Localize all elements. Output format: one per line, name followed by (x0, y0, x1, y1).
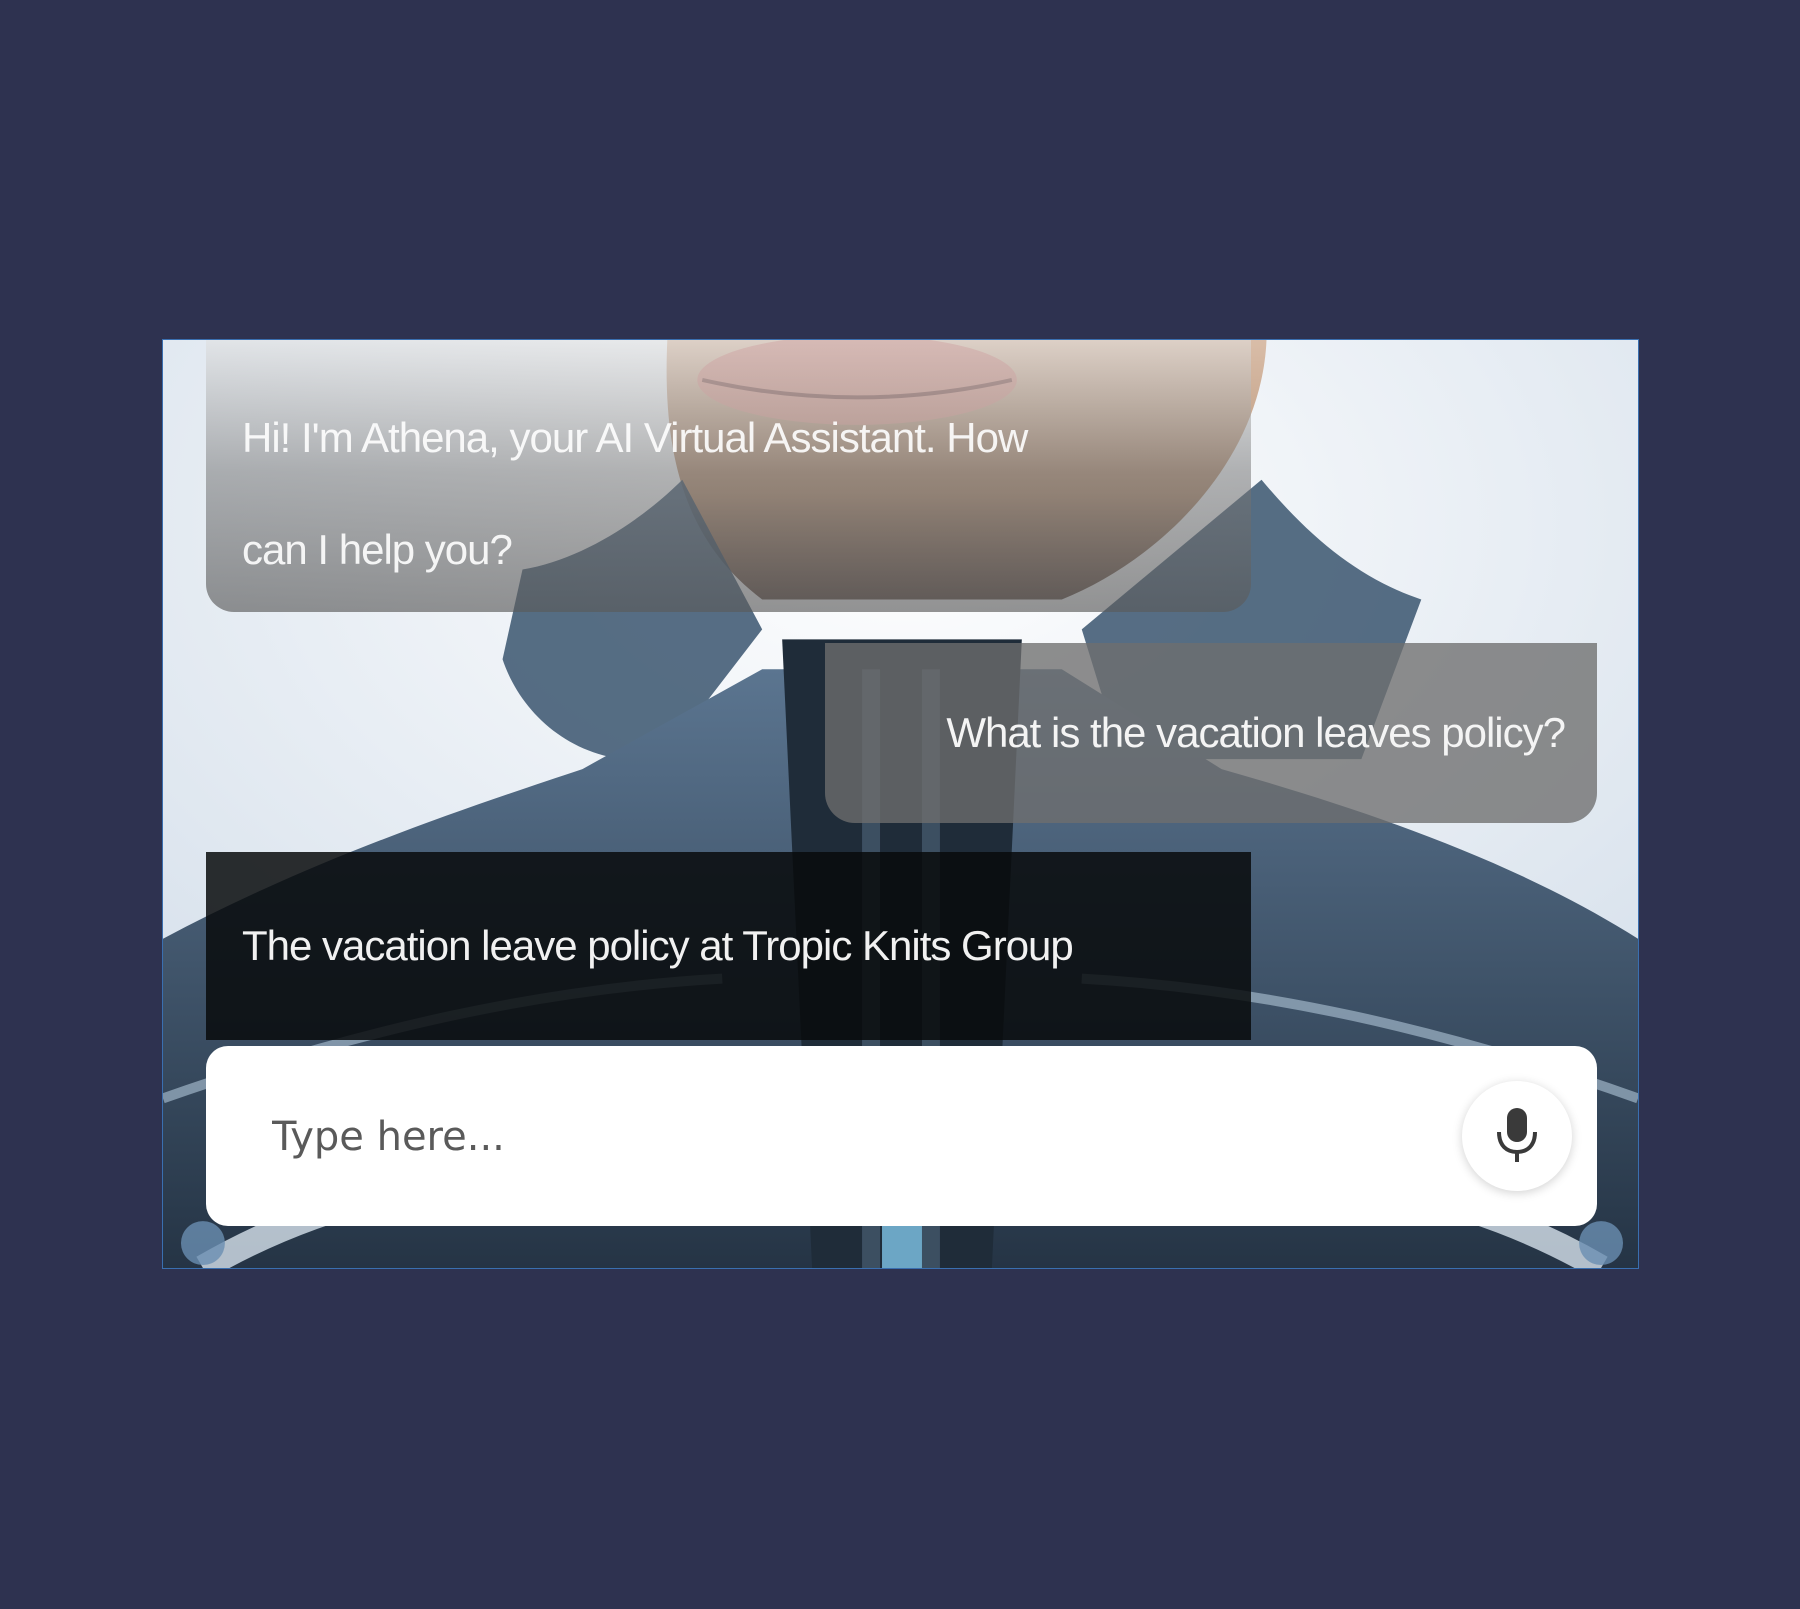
message-text-line-2: can I help you? (242, 526, 513, 573)
message-text: The vacation leave policy at Tropic Knit… (242, 922, 1074, 969)
message-text: What is the vacation leaves policy? (946, 709, 1566, 756)
message-text-line-1: Hi! I'm Athena, your AI Virtual Assistan… (242, 414, 1028, 461)
message-composer (206, 1046, 1597, 1226)
assistant-message-reply: The vacation leave policy at Tropic Knit… (206, 852, 1251, 1040)
user-message: What is the vacation leaves policy? (825, 643, 1597, 823)
chat-widget: Hi! I'm Athena, your AI Virtual Assistan… (162, 339, 1639, 1269)
message-input[interactable] (270, 1096, 1374, 1178)
microphone-icon (1497, 1108, 1537, 1162)
chat-message-list[interactable]: Hi! I'm Athena, your AI Virtual Assistan… (163, 340, 1638, 1040)
voice-input-button[interactable] (1462, 1081, 1572, 1191)
assistant-message-greeting: Hi! I'm Athena, your AI Virtual Assistan… (206, 340, 1251, 612)
